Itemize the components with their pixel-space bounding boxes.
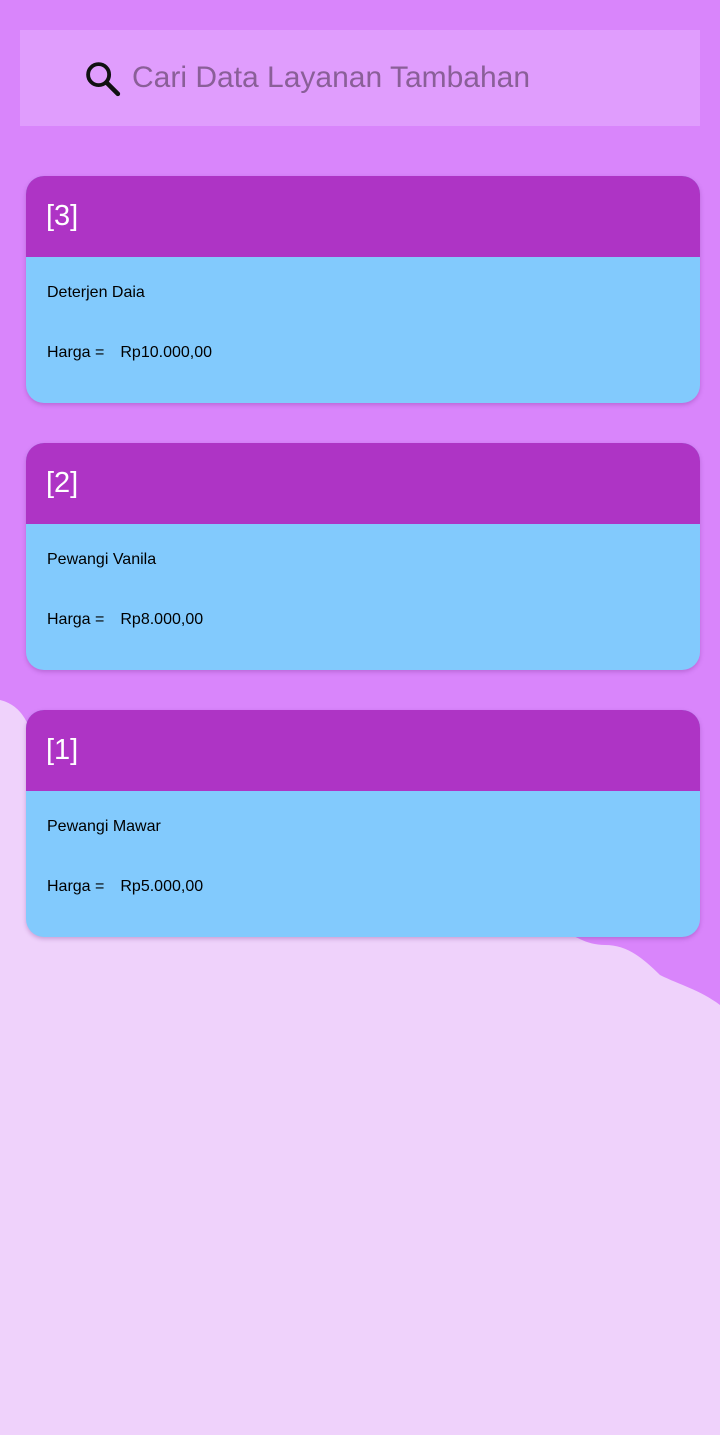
card-header-id: [2]	[26, 443, 700, 524]
card-service-name: Deterjen Daia	[47, 284, 145, 301]
card-service-name: Pewangi Mawar	[47, 818, 161, 835]
card-price-value: Rp5.000,00	[120, 878, 204, 895]
service-card[interactable]: [2] Pewangi Vanila Harga = Rp8.000,00	[26, 443, 700, 670]
card-price-value: Rp8.000,00	[120, 611, 204, 628]
card-header-id: [1]	[26, 710, 700, 791]
service-card[interactable]: [3] Deterjen Daia Harga = Rp10.000,00	[26, 176, 700, 403]
card-price-label: Harga =	[47, 611, 105, 628]
service-card[interactable]: [1] Pewangi Mawar Harga = Rp5.000,00	[26, 710, 700, 937]
card-price-label: Harga =	[47, 344, 105, 361]
search-input[interactable]	[132, 54, 672, 102]
card-service-name: Pewangi Vanila	[47, 551, 157, 568]
card-price-value: Rp10.000,00	[120, 344, 213, 361]
card-price-label: Harga =	[47, 878, 105, 895]
card-price-row: Harga = Rp5.000,00	[47, 878, 203, 896]
card-price-row: Harga = Rp10.000,00	[47, 344, 212, 362]
search-bar[interactable]	[20, 30, 700, 126]
search-icon[interactable]	[82, 58, 124, 100]
card-price-row: Harga = Rp8.000,00	[47, 611, 203, 629]
card-header-id: [3]	[26, 176, 700, 257]
